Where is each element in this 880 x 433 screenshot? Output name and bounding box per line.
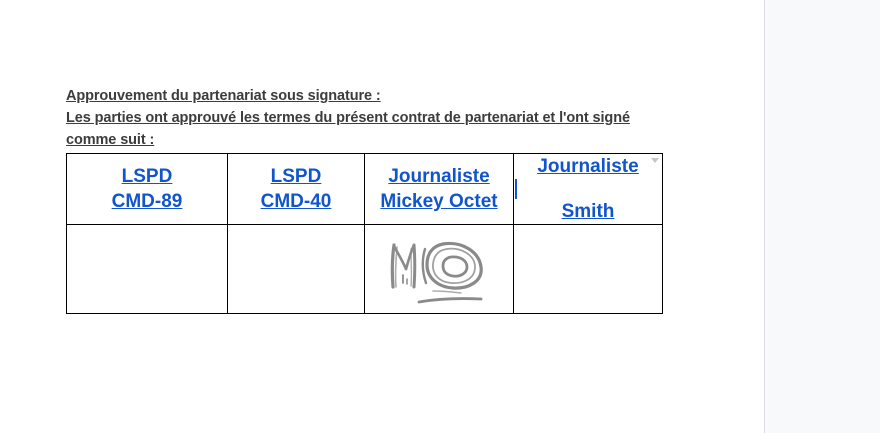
handwritten-signature-image	[390, 241, 483, 304]
section-heading: Approuvement du partenariat sous signatu…	[66, 88, 381, 104]
section-text-line-2: comme suit :	[66, 132, 155, 148]
signatory-cell-lspd-cmd-40[interactable]: LSPD CMD-40	[227, 153, 365, 225]
signature-cell-empty[interactable]	[227, 224, 365, 314]
signatory-link-line-2[interactable]: Mickey Octet	[365, 189, 513, 214]
signatory-header-row: LSPD CMD-89 LSPD CMD-40 Journaliste Mick…	[66, 153, 663, 225]
signature-cell-empty[interactable]	[66, 224, 228, 314]
page-right-margin	[764, 0, 880, 433]
section-text-line-1: Les parties ont approuvé les termes du p…	[66, 110, 630, 126]
text-cursor	[515, 179, 517, 199]
signatory-link-line-1[interactable]: Journaliste	[514, 154, 662, 199]
signatory-link-line-1[interactable]: LSPD	[67, 164, 227, 189]
signatory-link-line-1[interactable]: Journaliste	[365, 164, 513, 189]
dropdown-triangle-icon[interactable]	[651, 158, 659, 163]
signatory-cell-journaliste-mickey-octet[interactable]: Journaliste Mickey Octet	[364, 153, 514, 225]
signatory-cell-journaliste-smith[interactable]: Journaliste Smith	[513, 153, 663, 225]
signature-cell-empty[interactable]	[513, 224, 663, 314]
document-page[interactable]: Approuvement du partenariat sous signatu…	[0, 0, 764, 433]
signature-row	[66, 224, 663, 314]
signatory-link-line-1[interactable]: LSPD	[228, 164, 364, 189]
signatory-link-line-2[interactable]: CMD-40	[228, 189, 364, 214]
signature-table[interactable]: LSPD CMD-89 LSPD CMD-40 Journaliste Mick…	[66, 153, 663, 314]
signature-cell-mickey-octet[interactable]	[364, 224, 514, 314]
signatory-link-line-2[interactable]: Smith	[514, 199, 662, 224]
signatory-link-line-2[interactable]: CMD-89	[67, 189, 227, 214]
signatory-link-text[interactable]: Journaliste	[537, 156, 638, 177]
signatory-cell-lspd-cmd-89[interactable]: LSPD CMD-89	[66, 153, 228, 225]
